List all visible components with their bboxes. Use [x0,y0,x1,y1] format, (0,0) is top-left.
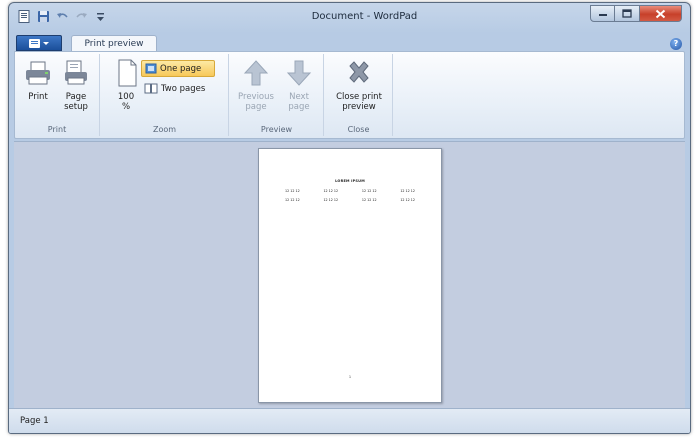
page-setup-line1: Page [65,92,87,102]
document-row: 12 12 12 12 12 12 12 12 12 12 12 12 [285,189,415,193]
close-print-preview-button[interactable]: Close print preview [329,58,389,112]
close-icon [655,9,666,18]
minimize-button[interactable] [590,5,615,22]
previous-page-button[interactable]: Previous page [234,58,278,112]
document-cell: 12 12 12 [361,198,377,202]
preview-page: LOREM IPSUM 12 12 12 12 12 12 12 12 12 1… [258,148,442,403]
document-cell: 12 12 12 [361,189,377,193]
title-bar: Document - WordPad [9,3,690,31]
document-row: 12 12 12 12 12 12 12 12 12 12 12 12 [285,198,415,202]
page-setup-icon [60,58,92,88]
print-preview-area[interactable]: LOREM IPSUM 12 12 12 12 12 12 12 12 12 1… [14,141,685,410]
window-controls [590,5,682,22]
two-pages-icon [144,83,158,94]
chevron-down-icon [43,41,49,45]
help-icon[interactable]: ? [670,38,682,50]
application-menu-button[interactable] [16,35,62,51]
one-page-button[interactable]: One page [141,60,215,77]
status-page: Page 1 [20,416,49,426]
maximize-button[interactable] [615,5,640,22]
zoom-page-icon [111,58,143,88]
previous-page-line1: Previous [238,92,274,102]
printer-icon [22,58,54,88]
close-button[interactable] [640,5,682,22]
status-bar: Page 1 [9,408,690,433]
two-pages-button[interactable]: Two pages [141,80,221,97]
close-group: Close print preview Close [325,54,393,136]
zoom-line2: % [121,102,131,112]
page-setup-line2: setup [64,102,88,112]
preview-group: Previous page Next page Preview [230,54,324,136]
arrow-down-icon [283,58,315,88]
preview-group-label: Preview [260,125,293,134]
print-button[interactable]: Print [21,58,55,102]
document-heading: LOREM IPSUM [335,179,365,183]
zoom-group-label: Zoom [152,125,177,134]
wordpad-window: Document - WordPad Print preview ? Print… [8,2,691,434]
document-cell: 12 12 12 [400,198,415,202]
two-pages-label: Two pages [161,83,206,94]
page-setup-button[interactable]: Page setup [57,58,95,112]
print-group: Print Page setup Print [15,54,100,136]
zoom-group: 100 % One page Two pages Zoom [101,54,229,136]
close-print-preview-line1: Close print [336,92,382,102]
zoom-line1: 100 [117,92,135,102]
one-page-label: One page [160,63,202,74]
one-page-icon [145,63,157,74]
arrow-up-icon [240,58,272,88]
document-cell: 12 12 12 [400,189,415,193]
print-label: Print [28,92,48,102]
window-title: Document - WordPad [311,11,418,22]
next-page-button[interactable]: Next page [280,58,318,112]
document-cell: 12 12 12 [285,189,300,193]
page-number: 1 [348,375,352,379]
ribbon: Print Page setup Print 100 % One page Tw… [14,51,685,139]
document-cell: 12 12 12 [285,198,300,202]
minimize-icon [598,13,607,16]
next-page-line1: Next [289,92,309,102]
close-print-preview-line2: preview [342,102,376,112]
document-menu-icon [29,38,40,48]
print-group-label: Print [47,125,67,134]
previous-page-line2: page [245,102,267,112]
document-cell: 12 12 12 [323,189,339,193]
maximize-icon [622,9,632,18]
next-page-line2: page [288,102,310,112]
zoom-100-button[interactable]: 100 % [111,58,141,112]
ribbon-tab-row: Print preview ? [9,33,690,53]
document-cell: 12 12 12 [323,198,339,202]
close-preview-x-icon [343,58,375,88]
close-group-label: Close [347,125,370,134]
